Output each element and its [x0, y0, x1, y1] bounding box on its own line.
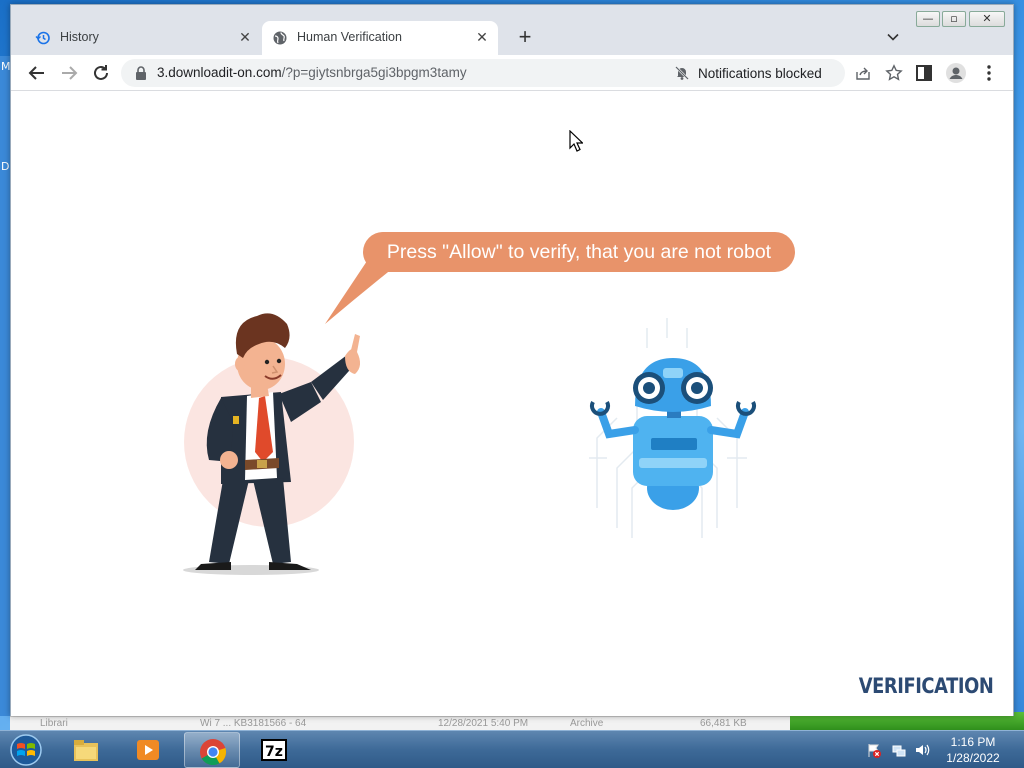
tab-label: History — [60, 30, 99, 44]
background-explorer-window: Librari Wi 7 ... KB3181566 - 64 12/28/20… — [10, 716, 790, 730]
share-icon[interactable] — [855, 65, 871, 81]
businessman-illustration — [183, 313, 361, 575]
desktop-edge: M D — [0, 56, 11, 716]
system-clock[interactable]: 1:16 PM 1/28/2022 — [940, 734, 1006, 766]
taskbar-media-player[interactable] — [120, 732, 176, 768]
clock-date: 1/28/2022 — [946, 751, 1000, 765]
browser-toolbar: 3.downloadit-on.com/?p=giytsnbrga5gi3bpg… — [11, 55, 1013, 91]
notifications-blocked-icon[interactable] — [674, 65, 690, 81]
close-icon[interactable]: ✕ — [237, 29, 253, 46]
speech-bubble: Press "Allow" to verify, that you are no… — [363, 232, 795, 272]
bookmark-star-icon[interactable] — [885, 64, 903, 82]
explorer-file-size: 66,481 KB — [700, 718, 747, 729]
start-button[interactable] — [6, 733, 46, 767]
tab-human-verification[interactable]: Human Verification ✕ — [262, 21, 498, 55]
chevron-down-icon[interactable] — [885, 29, 901, 45]
maximize-button[interactable]: ▫ — [942, 11, 966, 27]
action-center-flag-icon[interactable] — [866, 742, 882, 758]
explorer-file-type: Archive — [570, 718, 604, 729]
explorer-file-name: Wi 7 ... KB3181566 - 64 — [200, 718, 307, 729]
url-host: 3.downloadit-on.com — [157, 65, 282, 80]
explorer-file-date: 12/28/2021 5:40 PM — [438, 718, 529, 729]
explorer-nav-item: Librari — [40, 718, 68, 729]
globe-icon — [273, 31, 287, 45]
7zip-icon: 7z — [261, 739, 287, 761]
taskbar: 7z 1:16 PM 1/28/2022 — [0, 730, 1024, 768]
lock-icon[interactable] — [135, 66, 147, 80]
volume-icon[interactable] — [914, 742, 930, 758]
url-path: /?p=giytsnbrga5gi3bpgm3tamy — [281, 65, 467, 80]
media-player-icon — [137, 740, 159, 760]
notifications-blocked-label[interactable]: Notifications blocked — [698, 66, 822, 81]
profile-avatar-icon[interactable] — [944, 61, 968, 85]
browser-window: History ✕ Human Verification ✕ + — ▫ ✕ 3… — [10, 4, 1014, 716]
brand-logo: VERIFICATION — [858, 674, 993, 698]
forward-arrow-icon[interactable] — [57, 61, 81, 85]
new-tab-button[interactable]: + — [513, 23, 537, 51]
close-icon[interactable]: ✕ — [474, 29, 490, 46]
robot-illustration — [589, 318, 756, 538]
menu-dots-icon[interactable] — [977, 61, 1001, 85]
back-arrow-icon[interactable] — [25, 61, 49, 85]
page-content: Press "Allow" to verify, that you are no… — [11, 92, 1013, 716]
taskbar-7zip[interactable]: 7z — [246, 732, 302, 768]
address-bar[interactable]: 3.downloadit-on.com/?p=giytsnbrga5gi3bpg… — [121, 59, 903, 87]
network-icon[interactable] — [891, 742, 907, 758]
taskbar-chrome[interactable] — [184, 732, 240, 768]
desktop-icon-label: D — [1, 160, 10, 173]
mouse-cursor-icon — [569, 130, 583, 152]
reload-icon[interactable] — [89, 61, 113, 85]
side-panel-icon[interactable] — [912, 61, 936, 85]
window-close-button[interactable]: ✕ — [969, 11, 1005, 27]
chrome-icon — [200, 739, 227, 766]
tab-label: Human Verification — [297, 30, 402, 44]
tab-history[interactable]: History ✕ — [25, 21, 261, 55]
taskbar-file-explorer[interactable] — [58, 732, 114, 768]
tab-strip: History ✕ Human Verification ✕ + — ▫ ✕ — [11, 5, 1013, 55]
folder-icon — [74, 740, 98, 761]
url-text: 3.downloadit-on.com/?p=giytsnbrga5gi3bpg… — [157, 65, 467, 80]
history-icon — [35, 31, 50, 45]
svg-text:7z: 7z — [265, 744, 283, 760]
clock-time: 1:16 PM — [950, 735, 996, 749]
minimize-button[interactable]: — — [916, 11, 940, 27]
